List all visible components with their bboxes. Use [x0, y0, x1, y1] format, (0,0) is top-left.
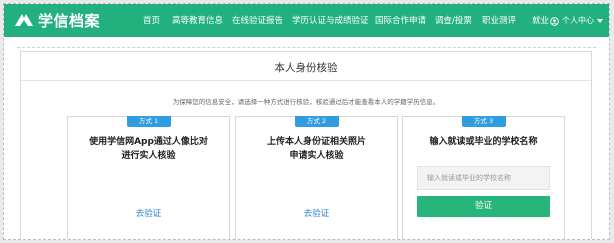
nav-item-certification[interactable]: 学历认证与成绩验证 — [292, 14, 369, 28]
method-title: 输入就读或毕业的学校名称 — [429, 137, 538, 147]
chevron-down-icon — [597, 19, 603, 23]
user-menu[interactable]: 个人中心 — [550, 14, 603, 28]
brand-name: 学信档案 — [38, 11, 101, 30]
method-card-upload-id: 方式 2 上传本人身份证相关照片 申请实人核验 去验证 — [235, 116, 398, 239]
nav-item-employment[interactable]: 就业 — [532, 14, 549, 28]
method-card-school-name: 方式 3 输入就读或毕业的学校名称 输入就读或毕业的学校名称 验证 — [402, 116, 565, 239]
method-badge: 方式 2 — [294, 116, 339, 127]
page-title: 本人身份核验 — [274, 62, 338, 74]
user-icon — [550, 16, 559, 26]
verification-panel: 本人身份核验 为保障您的信息安全，请选择一种方式进行核验，核验通过后才能查看本人… — [20, 51, 592, 239]
nav-item-survey[interactable]: 调查/投票 — [435, 14, 472, 28]
divider — [17, 47, 596, 48]
nav-item-international[interactable]: 国际合作申请 — [375, 14, 426, 28]
method-title: 使用学信网App通过人像比对 进行实人核验 — [74, 135, 223, 163]
user-menu-label: 个人中心 — [562, 16, 594, 25]
verify-button[interactable]: 验证 — [417, 196, 550, 217]
go-verify-link[interactable]: 去验证 — [236, 207, 397, 219]
page-subtitle: 为保障您的信息安全，请选择一种方式进行核验，核验通过后才能查看本人的学籍学历信息… — [172, 98, 440, 106]
method-card-app: 方式 1 使用学信网App通过人像比对 进行实人核验 去验证 — [67, 116, 230, 239]
method-title-line: 上传本人身份证相关照片 — [266, 137, 366, 147]
nav-item-career-test[interactable]: 职业测评 — [482, 14, 516, 28]
nav-item-home[interactable]: 首页 — [143, 14, 160, 28]
logo-icon — [15, 14, 33, 26]
page-frame: 学信档案 首页 高等教育信息 在线验证报告 学历认证与成绩验证 国际合作申请 调… — [3, 3, 610, 240]
method-title: 上传本人身份证相关照片 申请实人核验 — [242, 135, 391, 163]
method-badge: 方式 1 — [126, 116, 171, 127]
method-title-line: 使用学信网App通过人像比对 — [89, 137, 208, 147]
method-badge: 方式 3 — [461, 116, 506, 127]
method-title-line: 申请实人核验 — [289, 151, 344, 161]
school-name-input[interactable]: 输入就读或毕业的学校名称 — [417, 166, 550, 190]
top-navbar: 学信档案 首页 高等教育信息 在线验证报告 学历认证与成绩验证 国际合作申请 调… — [4, 4, 609, 37]
nav-item-higher-education[interactable]: 高等教育信息 — [172, 14, 223, 28]
title-divider — [21, 80, 591, 81]
go-verify-link[interactable]: 去验证 — [68, 207, 229, 219]
nav-item-online-verification[interactable]: 在线验证报告 — [232, 14, 283, 28]
brand-logo[interactable]: 学信档案 — [14, 9, 100, 31]
method-title-line: 进行实人核验 — [121, 151, 176, 161]
